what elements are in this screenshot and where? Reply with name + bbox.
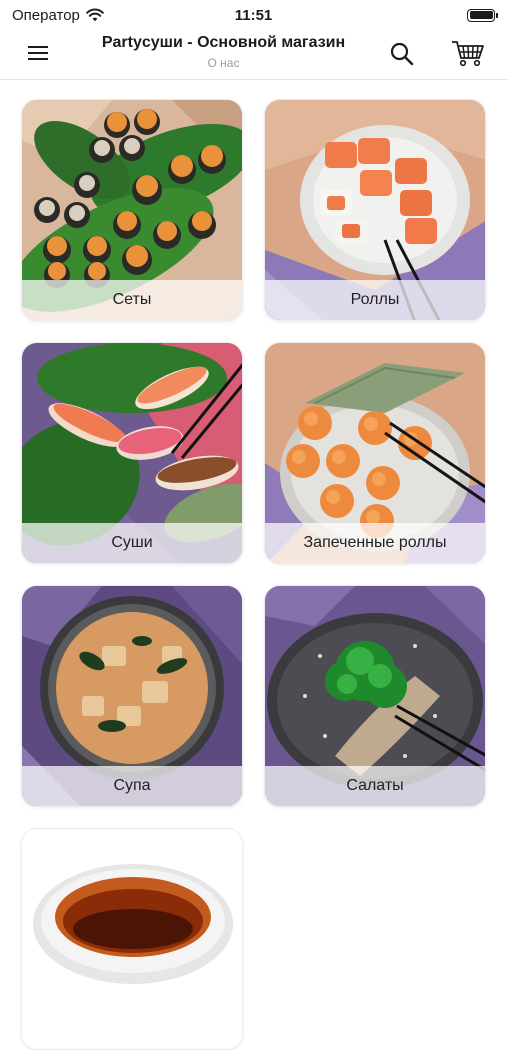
search-button[interactable] <box>388 40 416 68</box>
category-label: Запеченные роллы <box>265 523 485 563</box>
category-card-baked-rolls[interactable]: Запеченные роллы <box>264 342 486 564</box>
navigation-bar: Partyсуши - Основной магазин О нас <box>0 30 507 80</box>
category-label: Салаты <box>265 766 485 806</box>
status-bar: Оператор 11:51 <box>0 0 507 30</box>
category-label: Суши <box>22 523 242 563</box>
category-card-salads[interactable]: Салаты <box>264 585 486 807</box>
category-label: Сеты <box>22 280 242 320</box>
hamburger-menu-icon <box>28 46 48 60</box>
status-left: Оператор <box>12 7 104 24</box>
page-title: Partyсуши - Основной магазин <box>101 34 346 51</box>
category-card-soups[interactable]: Супа <box>21 585 243 807</box>
nav-title-block: Partyсуши - Основной магазин О нас <box>70 34 377 70</box>
battery-icon <box>467 8 498 22</box>
category-card-sauces[interactable] <box>21 828 243 1050</box>
about-link[interactable]: О нас <box>70 56 377 70</box>
category-card-rolls[interactable]: Роллы <box>264 99 486 321</box>
category-label: Супа <box>22 766 242 806</box>
category-card-sushi[interactable]: Суши <box>21 342 243 564</box>
shopping-cart-icon <box>452 41 484 67</box>
category-label: Роллы <box>265 280 485 320</box>
carrier-label: Оператор <box>12 6 80 24</box>
cart-button[interactable] <box>451 38 485 68</box>
menu-button[interactable] <box>26 42 52 64</box>
sauce-photo <box>22 829 242 1049</box>
search-icon <box>390 42 414 66</box>
wifi-icon <box>86 8 104 22</box>
category-card-sets[interactable]: Сеты <box>21 99 243 321</box>
battery-level <box>469 11 493 19</box>
